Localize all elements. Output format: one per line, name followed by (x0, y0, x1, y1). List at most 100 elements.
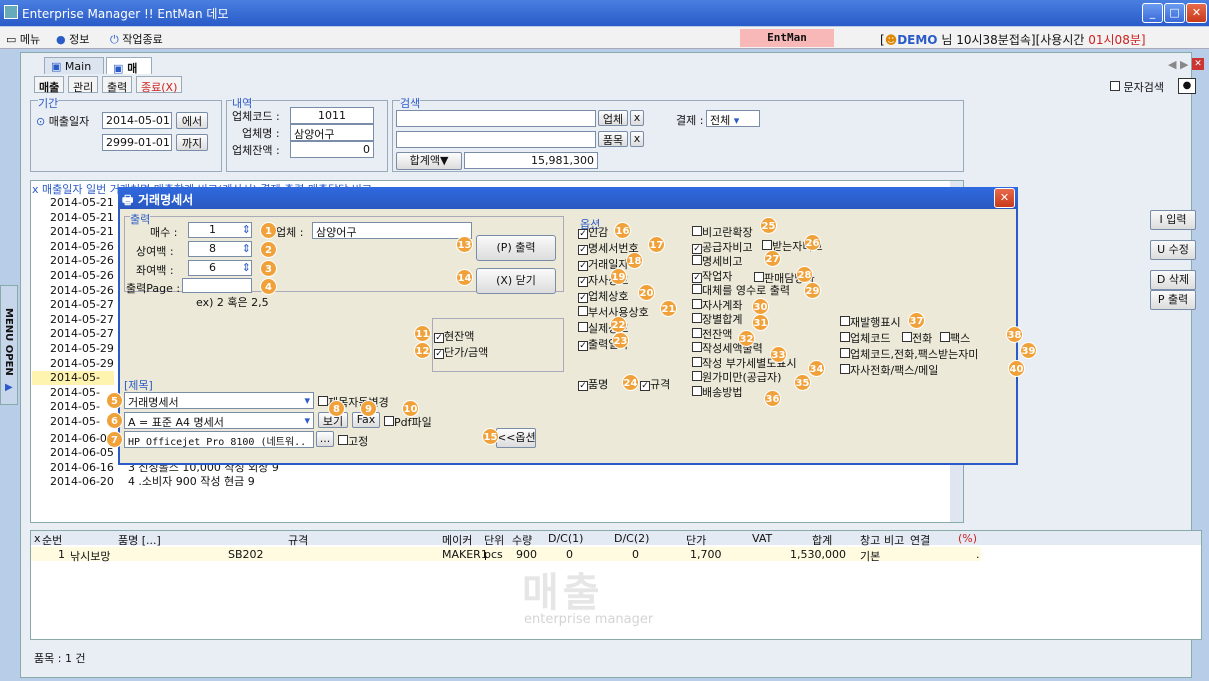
title-legend: [제목] (124, 379, 153, 392)
tab-main[interactable]: ▣ Main (44, 57, 104, 74)
item-search-button[interactable]: 품목 (598, 131, 628, 147)
date-from-field[interactable]: 2014-05-01 (102, 112, 172, 129)
option-col3-1[interactable]: 업체코드 (840, 330, 890, 346)
menu-item-exit[interactable]: ⏻ 작업종료 (110, 31, 163, 47)
subtab-sales[interactable]: 매출 (34, 76, 65, 94)
sales-date-radio[interactable]: ⊙ 매출일자 (36, 113, 89, 129)
vendor-code-field[interactable]: 1011 (290, 107, 374, 124)
copies-stepper[interactable]: 1 ⇕ (188, 222, 252, 238)
grid-row[interactable]: 2014-06-20 4 .소비자 900 작성 현금 9 (32, 473, 255, 488)
options-toggle-button[interactable]: <<옵션 (496, 428, 536, 448)
date-to-field[interactable]: 2999-01-01 (102, 134, 172, 151)
dialog-close-action-button[interactable]: (X) 닫기 (476, 268, 556, 294)
callout-badge-15: 15 (482, 428, 499, 445)
vendor-search-input[interactable] (396, 110, 596, 127)
grid-row[interactable]: 2014-05-26 (32, 254, 128, 268)
dialog-vendor-label: 업체 : (276, 226, 304, 239)
option-col2-11[interactable]: 배송방법 (692, 384, 742, 400)
item-name-option[interactable]: ✓품명 (578, 376, 608, 392)
settle-select[interactable]: 전체 ▾ (706, 110, 760, 127)
grid-row[interactable]: 2014-05-27 (32, 298, 128, 312)
callout-badge-14: 14 (456, 269, 473, 286)
grid-row[interactable]: 2014-05-26 (32, 240, 128, 254)
print-page-input[interactable] (182, 278, 252, 293)
item-clear-button[interactable]: x (630, 131, 644, 147)
option-col1-4[interactable]: ✓업체상호 (578, 288, 628, 304)
grid-row[interactable]: 2014-05-26 (32, 284, 128, 298)
fax-option[interactable]: 팩스 (940, 330, 970, 346)
print-button[interactable]: P 출력 (1150, 290, 1196, 310)
print-legend: 출력 (130, 211, 151, 227)
subtab-manage[interactable]: 관리 (68, 76, 99, 94)
record-button[interactable]: ● (1178, 78, 1196, 94)
sum-field: 15,981,300 (464, 152, 598, 169)
printer-select[interactable]: HP Officejet Pro 8100 (네트워.. (124, 431, 314, 448)
dialog-vendor-field[interactable]: 삼양어구 (312, 222, 472, 239)
delete-button[interactable]: D 삭제 (1150, 270, 1196, 290)
title-select[interactable]: 거래명세서 ▾ (124, 392, 314, 409)
item-search-input[interactable] (396, 131, 596, 148)
vendor-balance-field[interactable]: 0 (290, 141, 374, 158)
callout-badge-30: 30 (752, 298, 769, 315)
close-window-button[interactable]: ✕ (1186, 3, 1207, 23)
col-unit: 단위 (484, 534, 505, 547)
subtab-close[interactable]: 종료(X) (136, 76, 183, 94)
spec-option[interactable]: ✓규격 (640, 376, 670, 392)
grid-row[interactable]: 2014-05-26 (32, 269, 128, 283)
price-option[interactable]: ✓단가/금액 (434, 344, 488, 360)
grid-row[interactable]: 2014-05-29 (32, 357, 128, 371)
tab-sales[interactable]: ▣ 매출 (106, 57, 152, 91)
grid-row[interactable]: 2014-05- (32, 415, 114, 429)
grid-row-date: 2014-05- (50, 400, 100, 414)
balance-option[interactable]: ✓현잔액 (434, 328, 474, 344)
sum-toggle-button[interactable]: 합계액▼ (396, 152, 462, 170)
tab-nav-arrows[interactable]: ◀ ▶ (1168, 58, 1188, 71)
format-select[interactable]: A = 표준 A4 명세서 ▾ (124, 412, 314, 429)
col-x: x (34, 532, 41, 545)
col-vat: VAT (752, 532, 773, 545)
vendor-clear-button[interactable]: x (630, 110, 644, 126)
input-button[interactable]: I 입력 (1150, 210, 1196, 230)
menu-open-tab[interactable]: MENU OPEN ▶ (0, 285, 18, 405)
grid-row[interactable]: 2014-05-27 (32, 327, 128, 341)
checkbox-checked-icon: ✓ (578, 381, 588, 391)
watermark-subtitle: enterprise manager (524, 612, 654, 627)
subtab-print[interactable]: 출력 (102, 76, 133, 94)
grid-row[interactable]: 2014-05- (32, 400, 114, 414)
phone-option[interactable]: 전화 (902, 330, 932, 346)
grid-row[interactable]: 2014-05- (32, 371, 114, 386)
option-col3-3[interactable]: 자사전화/팩스/메일 (840, 362, 938, 378)
left-margin-stepper[interactable]: 6 ⇕ (188, 260, 252, 276)
grid-row[interactable]: 2014-05-21 (32, 196, 128, 210)
menu-item-info[interactable]: ● 정보 (56, 31, 89, 47)
vendor-search-button[interactable]: 업체 (598, 110, 628, 126)
minimize-button[interactable]: _ (1142, 3, 1163, 23)
callout-badge-5: 5 (106, 392, 123, 409)
checkbox-icon (902, 332, 912, 342)
grid-row[interactable]: 2014-05-29 (32, 342, 128, 356)
grid-row[interactable]: 2014-05-21 (32, 211, 128, 225)
checkbox-icon (692, 385, 702, 396)
edit-button[interactable]: U 수정 (1150, 240, 1196, 260)
close-tab-icon[interactable]: ✕ (1192, 58, 1204, 70)
date-from-button[interactable]: 에서 (176, 112, 208, 129)
dialog-close-button[interactable]: ✕ (994, 188, 1015, 208)
option-col3-2[interactable]: 업체코드,전화,팩스받는자미 (840, 346, 978, 362)
date-to-button[interactable]: 까지 (176, 134, 208, 151)
text-search-option[interactable]: 문자검색 (1110, 79, 1164, 95)
grid-row[interactable]: 2014-05-27 (32, 313, 128, 327)
top-margin-stepper[interactable]: 8 ⇕ (188, 241, 252, 257)
printer-browse-button[interactable]: ... (316, 431, 334, 447)
option-col3-0[interactable]: 재발행표시 (840, 314, 901, 330)
vendor-name-field[interactable]: 삼양어구 (290, 124, 374, 141)
fix-printer-option[interactable]: 고정 (338, 433, 368, 449)
maximize-button[interactable]: □ (1164, 3, 1185, 23)
dialog-print-button[interactable]: (P) 출력 (476, 235, 556, 261)
option-col1-0[interactable]: ✓인감 (578, 224, 608, 240)
menu-item-menu[interactable]: ▭ 메뉴 (6, 31, 40, 47)
grid-row[interactable]: 2014-05-21 (32, 225, 128, 239)
callout-badge-32: 32 (738, 330, 755, 347)
grid-row[interactable]: 2014-05- (32, 386, 114, 400)
grid-row-date: 2014-05- (50, 415, 100, 428)
callout-badge-27: 27 (764, 250, 781, 267)
